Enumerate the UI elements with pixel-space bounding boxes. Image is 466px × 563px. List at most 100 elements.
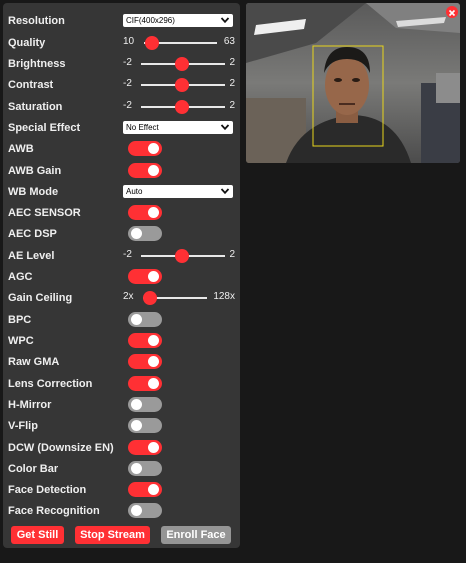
close-icon: [448, 9, 456, 17]
brightness-thumb[interactable]: [175, 57, 189, 71]
enroll-face-button[interactable]: Enroll Face: [161, 526, 231, 544]
color-bar-row: Color Bar: [8, 458, 235, 479]
toggle-knob: [148, 484, 159, 495]
aec-dsp-label: AEC DSP: [8, 227, 57, 240]
color-bar-toggle[interactable]: [128, 461, 162, 476]
wb-mode-select[interactable]: Auto: [123, 185, 233, 198]
settings-panel: Resolution CIF(400x296) Quality 10 63 Br…: [3, 3, 240, 548]
toggle-knob: [148, 356, 159, 367]
h-mirror-toggle[interactable]: [128, 397, 162, 412]
dcw-toggle[interactable]: [128, 440, 162, 455]
ae-level-thumb[interactable]: [175, 249, 189, 263]
quality-slider[interactable]: 10 63: [123, 32, 235, 53]
awb-toggle[interactable]: [128, 141, 162, 156]
toggle-knob: [148, 143, 159, 154]
raw-gma-row: Raw GMA: [8, 351, 235, 372]
chevron-down-icon: [220, 17, 230, 24]
face-detection-label: Face Detection: [8, 483, 87, 496]
awb-gain-row: AWB Gain: [8, 160, 235, 181]
saturation-label: Saturation: [8, 100, 63, 113]
ae-level-label: AE Level: [8, 249, 55, 262]
aec-dsp-row: AEC DSP: [8, 223, 235, 244]
contrast-thumb[interactable]: [175, 78, 189, 92]
aec-sensor-row: AEC SENSOR: [8, 202, 235, 223]
v-flip-toggle[interactable]: [128, 418, 162, 433]
saturation-min: -2: [123, 100, 132, 111]
aec-dsp-toggle[interactable]: [128, 226, 162, 241]
resolution-select[interactable]: CIF(400x296): [123, 14, 233, 27]
ae-level-slider[interactable]: -2 2: [123, 245, 235, 266]
gain-ceiling-slider[interactable]: 2x 128x: [123, 287, 235, 308]
raw-gma-toggle[interactable]: [128, 354, 162, 369]
lens-correction-label: Lens Correction: [8, 377, 93, 390]
agc-row: AGC: [8, 266, 235, 287]
brightness-row: Brightness -2 2: [8, 53, 235, 74]
color-bar-label: Color Bar: [8, 462, 59, 475]
stream-image: [246, 3, 460, 163]
contrast-row: Contrast -2 2: [8, 74, 235, 95]
saturation-max: 2: [229, 100, 235, 111]
brightness-slider[interactable]: -2 2: [123, 53, 235, 74]
agc-toggle[interactable]: [128, 269, 162, 284]
bpc-toggle[interactable]: [128, 312, 162, 327]
brightness-min: -2: [123, 57, 132, 68]
quality-max: 63: [223, 36, 235, 47]
wb-mode-value: Auto: [126, 187, 143, 196]
stop-stream-button[interactable]: Stop Stream: [75, 526, 150, 544]
ae-level-row: AE Level -2 2: [8, 245, 235, 266]
special-effect-select[interactable]: No Effect: [123, 121, 233, 134]
face-recognition-row: Face Recognition: [8, 500, 235, 521]
saturation-slider[interactable]: -2 2: [123, 96, 235, 117]
special-effect-value: No Effect: [126, 123, 159, 132]
wpc-label: WPC: [8, 334, 34, 347]
saturation-thumb[interactable]: [175, 100, 189, 114]
h-mirror-row: H-Mirror: [8, 394, 235, 415]
gain-ceiling-thumb[interactable]: [143, 291, 157, 305]
toggle-knob: [131, 420, 142, 431]
get-still-button[interactable]: Get Still: [11, 526, 64, 544]
face-detection-row: Face Detection: [8, 479, 235, 500]
gain-ceiling-row: Gain Ceiling 2x 128x: [8, 287, 235, 308]
ae-level-max: 2: [229, 249, 235, 260]
awb-gain-toggle[interactable]: [128, 163, 162, 178]
awb-gain-label: AWB Gain: [8, 164, 62, 177]
toggle-knob: [148, 165, 159, 176]
wpc-toggle[interactable]: [128, 333, 162, 348]
resolution-value: CIF(400x296): [126, 16, 175, 25]
video-stream: [246, 3, 460, 163]
contrast-slider[interactable]: -2 2: [123, 74, 235, 95]
lens-correction-row: Lens Correction: [8, 373, 235, 394]
saturation-row: Saturation -2 2: [8, 96, 235, 117]
face-detection-toggle[interactable]: [128, 482, 162, 497]
gain-ceiling-min: 2x: [123, 291, 134, 302]
close-stream-button[interactable]: [446, 6, 458, 18]
wb-mode-row: WB Mode Auto: [8, 181, 235, 202]
wpc-row: WPC: [8, 330, 235, 351]
raw-gma-label: Raw GMA: [8, 355, 60, 368]
special-effect-label: Special Effect: [8, 121, 81, 134]
contrast-label: Contrast: [8, 78, 54, 91]
lens-correction-toggle[interactable]: [128, 376, 162, 391]
bpc-row: BPC: [8, 309, 235, 330]
dcw-row: DCW (Downsize EN): [8, 437, 235, 458]
brightness-max: 2: [229, 57, 235, 68]
face-recognition-toggle[interactable]: [128, 503, 162, 518]
resolution-label: Resolution: [8, 14, 65, 27]
resolution-row: Resolution CIF(400x296): [8, 10, 235, 31]
quality-thumb[interactable]: [145, 36, 159, 50]
wb-mode-label: WB Mode: [8, 185, 59, 198]
quality-min: 10: [123, 36, 135, 47]
ae-level-min: -2: [123, 249, 132, 260]
brightness-label: Brightness: [8, 57, 66, 70]
v-flip-label: V-Flip: [8, 419, 38, 432]
gain-ceiling-max: 128x: [213, 291, 235, 302]
toggle-knob: [131, 505, 142, 516]
toggle-knob: [131, 314, 142, 325]
toggle-knob: [148, 207, 159, 218]
aec-sensor-toggle[interactable]: [128, 205, 162, 220]
toggle-knob: [131, 399, 142, 410]
quality-label: Quality: [8, 36, 46, 49]
toggle-knob: [131, 228, 142, 239]
agc-label: AGC: [8, 270, 33, 283]
dcw-label: DCW (Downsize EN): [8, 441, 114, 454]
